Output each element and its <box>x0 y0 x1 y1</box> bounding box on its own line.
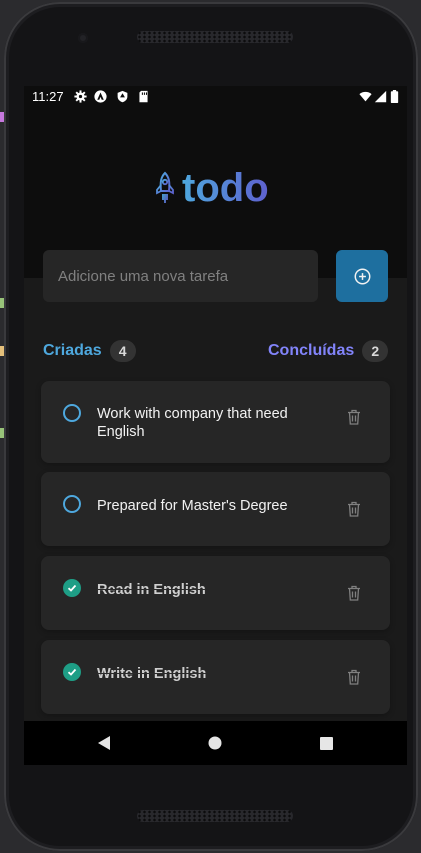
rocket-icon <box>156 171 174 203</box>
task-card: Work with company that need English <box>41 381 390 463</box>
task-checkbox[interactable] <box>63 495 81 513</box>
signal-icon <box>374 90 387 103</box>
add-task-button[interactable] <box>336 250 388 302</box>
shield-icon <box>117 90 128 103</box>
check-icon <box>67 584 77 592</box>
task-text-done: Write in English <box>97 666 207 682</box>
new-task-placeholder: Adicione uma nova tarefa <box>58 267 229 285</box>
battery-icon <box>390 90 399 103</box>
sd-card-icon <box>139 90 148 103</box>
app-screen: 11:27 todo Adicione uma nova tarefa Cria… <box>24 86 407 765</box>
created-label: Criadas <box>43 342 102 359</box>
task-text-done: Read in English <box>97 582 206 598</box>
done-count-badge: 2 <box>362 340 389 362</box>
trash-icon[interactable] <box>347 585 361 601</box>
home-icon <box>208 736 222 750</box>
task-card: Write in English <box>41 640 390 714</box>
trash-icon[interactable] <box>347 669 361 685</box>
recents-button[interactable] <box>306 721 346 765</box>
task-card: Read in English <box>41 556 390 630</box>
back-button[interactable] <box>84 721 124 765</box>
front-camera <box>78 33 88 43</box>
task-checkbox[interactable] <box>63 404 81 422</box>
check-icon <box>67 668 77 676</box>
task-text: Prepared for Master's Degree <box>97 498 288 514</box>
status-time: 11:27 <box>32 89 64 104</box>
created-count-badge: 4 <box>109 340 136 362</box>
wifi-icon <box>359 91 372 102</box>
task-checkbox-checked[interactable] <box>63 663 81 681</box>
done-counter: Concluídas 2 <box>268 340 389 362</box>
home-button[interactable] <box>195 721 235 765</box>
bottom-speaker <box>137 810 293 822</box>
created-counter: Criadas 4 <box>43 340 136 362</box>
accessibility-icon <box>94 90 107 103</box>
trash-icon[interactable] <box>347 501 361 517</box>
app-logo: todo <box>154 166 269 210</box>
task-checkbox-checked[interactable] <box>63 579 81 597</box>
status-bar: 11:27 <box>24 86 407 108</box>
plus-circle-icon <box>354 268 370 284</box>
top-speaker <box>137 31 293 43</box>
done-label: Concluídas <box>268 342 355 359</box>
back-icon <box>98 736 110 750</box>
navigation-bar <box>24 721 407 765</box>
trash-icon[interactable] <box>347 409 361 425</box>
new-task-input[interactable]: Adicione uma nova tarefa <box>43 250 318 302</box>
settings-icon <box>74 90 87 103</box>
task-card: Prepared for Master's Degree <box>41 472 390 546</box>
recents-icon <box>319 736 333 750</box>
task-text: Work with company that need English <box>97 406 288 440</box>
phone-frame: 11:27 todo Adicione uma nova tarefa Cria… <box>4 2 418 851</box>
logo-text: todo <box>182 165 269 210</box>
